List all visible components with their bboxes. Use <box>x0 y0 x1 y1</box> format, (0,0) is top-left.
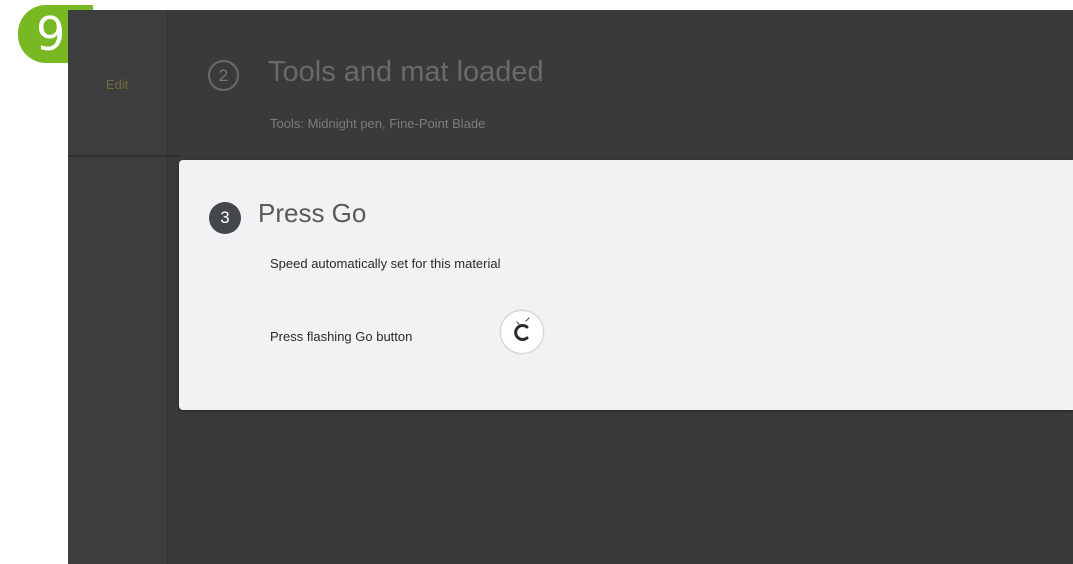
app-window: Edit 2 Tools and mat loaded Tools: Midni… <box>68 10 1073 564</box>
go-button[interactable] <box>500 310 544 354</box>
step-3-title: Press Go <box>258 198 367 228</box>
left-divider <box>68 155 180 157</box>
edit-link[interactable]: Edit <box>106 77 128 92</box>
step-2-number: 2 <box>208 60 239 91</box>
step-3-number: 3 <box>209 202 241 234</box>
speed-info-text: Speed automatically set for this materia… <box>270 256 501 271</box>
step-2-title: Tools and mat loaded <box>268 56 544 88</box>
left-column <box>68 10 168 564</box>
press-go-instruction: Press flashing Go button <box>270 329 413 344</box>
cricut-go-icon <box>514 317 530 341</box>
step-3-card: 3 Press Go Speed automatically set for t… <box>179 160 1073 410</box>
step-badge-number: 9 <box>36 7 66 61</box>
step-2-tools-text: Tools: Midnight pen, Fine-Point Blade <box>270 116 486 131</box>
